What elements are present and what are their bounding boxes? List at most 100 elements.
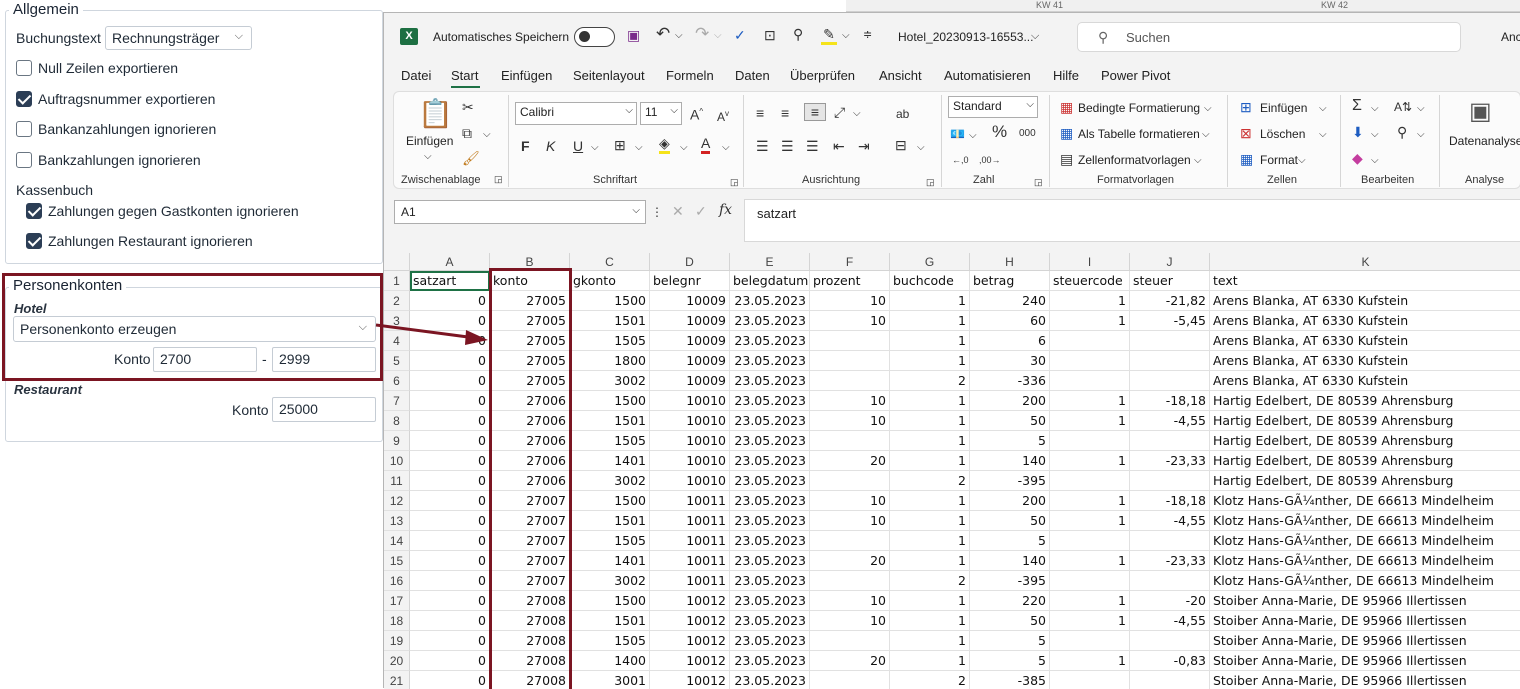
select-all-corner[interactable] [384,253,410,271]
borders-icon[interactable]: ⊞ [614,137,626,153]
table-cell[interactable]: 1 [1050,591,1130,611]
autosum-icon[interactable]: Σ [1352,98,1362,114]
font-name-select[interactable]: Calibri ⌵ [515,102,637,125]
table-cell[interactable] [1130,351,1210,371]
search-icon[interactable]: ⚲ [793,26,803,42]
redo-dropdown-icon[interactable]: ⌵ [714,28,722,44]
row-header[interactable]: 20 [384,651,410,671]
table-cell[interactable]: -385 [970,671,1050,689]
row-header[interactable]: 15 [384,551,410,571]
table-cell[interactable]: 10009 [650,311,730,331]
table-cell[interactable]: 23.05.2023 [730,291,810,311]
table-cell[interactable]: 1 [890,291,970,311]
table-cell[interactable]: 1 [890,431,970,451]
conditional-format-icon[interactable]: ▦ [1060,99,1073,115]
delete-cells-dropdown-icon[interactable]: ⌵ [1319,127,1327,143]
table-cell[interactable]: -20 [1130,591,1210,611]
row-header[interactable]: 5 [384,351,410,371]
table-cell[interactable]: 1500 [570,391,650,411]
insert-cells-icon[interactable]: ⊞ [1240,99,1252,115]
header-cell[interactable]: buchcode [890,271,970,291]
decrease-indent-icon[interactable]: ⇤ [833,138,845,154]
table-cell[interactable]: Klotz Hans-GÃ¼nther, DE 66613 Mindelheim [1210,511,1520,531]
number-dialog-launcher-icon[interactable]: ◲ [1034,174,1043,190]
underline-dropdown-icon[interactable]: ⌵ [591,140,599,156]
table-cell[interactable] [810,571,890,591]
table-cell[interactable]: 10010 [650,411,730,431]
orientation-dropdown-icon[interactable]: ⌵ [853,106,861,122]
table-cell[interactable]: 10009 [650,331,730,351]
table-cell[interactable] [1050,671,1130,689]
tab-daten[interactable]: Daten [735,68,770,83]
table-cell[interactable]: Stoiber Anna-Marie, DE 95966 Illertissen [1210,611,1520,631]
font-dialog-launcher-icon[interactable]: ◲ [730,174,739,190]
table-cell[interactable]: 23.05.2023 [730,431,810,451]
insert-function-icon[interactable]: fx [719,202,732,218]
table-cell[interactable]: 140 [970,451,1050,471]
autosum-dropdown-icon[interactable]: ⌵ [1371,101,1379,117]
format-painter-icon[interactable]: 🖌 [462,150,480,166]
table-cell[interactable]: -336 [970,371,1050,391]
table-cell[interactable]: 60 [970,311,1050,331]
table-cell[interactable]: 23.05.2023 [730,311,810,331]
number-format-select[interactable]: Standard ⌵ [948,96,1038,118]
table-cell[interactable]: 50 [970,611,1050,631]
row-header[interactable]: 7 [384,391,410,411]
table-cell[interactable]: 1 [1050,611,1130,631]
table-cell[interactable]: 3002 [570,371,650,391]
format-cells-icon[interactable]: ▦ [1240,151,1253,167]
undo-icon[interactable]: ↶ [656,25,670,42]
table-cell[interactable]: 2 [890,371,970,391]
table-cell[interactable]: -5,45 [1130,311,1210,331]
format-cells-label[interactable]: Format [1260,153,1298,167]
row-header[interactable]: 14 [384,531,410,551]
table-cell[interactable]: 10010 [650,471,730,491]
align-left-icon[interactable]: ☰ [756,138,769,154]
table-cell[interactable]: 1501 [570,511,650,531]
table-cell[interactable]: Hartig Edelbert, DE 80539 Ahrensburg [1210,471,1520,491]
table-cell[interactable]: 1501 [570,611,650,631]
cut-icon[interactable]: ✂ [462,99,474,115]
table-cell[interactable] [1130,671,1210,689]
column-header-i[interactable]: I [1050,253,1130,271]
buchungstext-select[interactable]: Rechnungsträger ⌵ [105,26,252,50]
table-cell[interactable]: 10009 [650,351,730,371]
table-cell[interactable]: 1500 [570,291,650,311]
spelling-icon[interactable]: ✓ [734,27,746,43]
row-header[interactable]: 13 [384,511,410,531]
table-cell[interactable]: 0 [410,531,490,551]
paste-label[interactable]: Einfügen [406,134,453,148]
table-cell[interactable]: 10 [810,511,890,531]
table-cell[interactable]: 0 [410,491,490,511]
table-cell[interactable] [1130,371,1210,391]
borders-dropdown-icon[interactable]: ⌵ [635,140,643,156]
table-cell[interactable]: 0 [410,351,490,371]
shrink-font-icon[interactable]: Av [717,106,729,125]
table-cell[interactable]: 200 [970,391,1050,411]
table-cell[interactable]: 23.05.2023 [730,551,810,571]
cell-styles-label[interactable]: Zellenformatvorlagen [1078,153,1191,167]
table-cell[interactable]: 10009 [650,291,730,311]
sort-filter-dropdown-icon[interactable]: ⌵ [1417,101,1425,117]
table-cell[interactable] [1050,351,1130,371]
table-cell[interactable]: 1 [1050,311,1130,331]
table-cell[interactable]: 0 [410,511,490,531]
header-cell[interactable]: prozent [810,271,890,291]
table-cell[interactable] [810,371,890,391]
table-cell[interactable]: 23.05.2023 [730,631,810,651]
cell-styles-icon[interactable]: ▤ [1060,151,1073,167]
fill-dropdown-icon[interactable]: ⌵ [1371,127,1379,143]
column-header-c[interactable]: C [570,253,650,271]
table-cell[interactable]: 23.05.2023 [730,671,810,689]
fill-color-dropdown-icon[interactable]: ⌵ [680,140,688,156]
table-cell[interactable] [1130,631,1210,651]
table-cell[interactable]: -4,55 [1130,511,1210,531]
row-header[interactable]: 12 [384,491,410,511]
table-cell[interactable]: 1401 [570,551,650,571]
table-cell[interactable]: 10010 [650,391,730,411]
table-cell[interactable]: Arens Blanka, AT 6330 Kufstein [1210,311,1520,331]
table-cell[interactable]: 1501 [570,311,650,331]
tab-ueberpruefen[interactable]: Überprüfen [790,68,855,83]
align-middle-icon[interactable]: ≡ [781,105,789,121]
table-cell[interactable]: 20 [810,551,890,571]
